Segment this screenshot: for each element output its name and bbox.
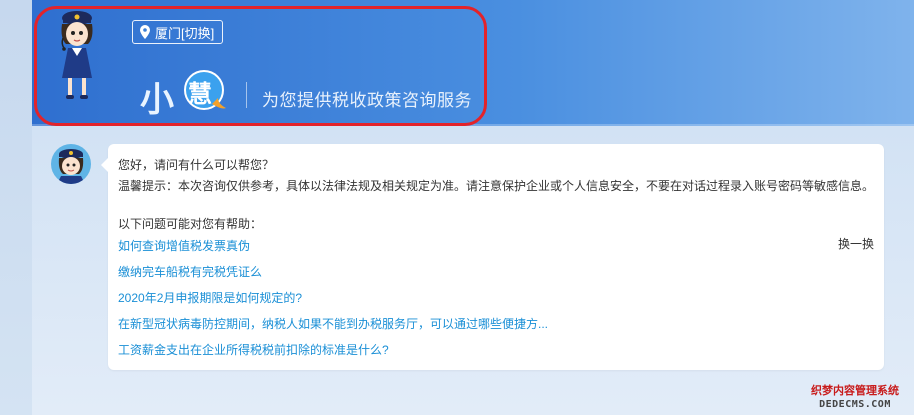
chat-message-card: 您好，请问有什么可以帮您？ 温馨提示：本次咨询仅供参考，具体以法律法规及相关规定… bbox=[101, 144, 884, 370]
question-link[interactable]: 缴纳完车船税有完税凭证么 bbox=[118, 263, 262, 280]
suggest-title: 以下问题可能对您有帮助： bbox=[118, 217, 263, 231]
question-link[interactable]: 在新型冠状病毒防控期间，纳税人如果不能到办税服务厅，可以通过哪些便捷方... bbox=[118, 315, 548, 332]
left-sidebar-strip bbox=[0, 0, 32, 415]
greeting-text: 您好，请问有什么可以帮您？ bbox=[118, 158, 275, 172]
mascot-avatar-icon bbox=[57, 149, 85, 184]
question-link[interactable]: 如何查询增值税发票真伪 bbox=[118, 237, 250, 254]
assistant-avatar bbox=[51, 144, 91, 184]
question-link[interactable]: 工资薪金支出在企业所得税税前扣除的标准是什么? bbox=[118, 341, 389, 358]
highlight-frame bbox=[34, 6, 487, 126]
watermark-line1: 织梦内容管理系统 bbox=[811, 384, 899, 397]
tip-text: 温馨提示：本次咨询仅供参考，具体以法律法规及相关规定为准。请注意保护企业或个人信… bbox=[118, 179, 875, 193]
watermark-logo: 织梦内容管理系统 DEDECMS.COM bbox=[798, 383, 912, 413]
watermark-line2: DEDECMS.COM bbox=[819, 399, 891, 410]
refresh-button[interactable]: 换一换 bbox=[838, 235, 874, 252]
question-link[interactable]: 2020年2月申报期限是如何规定的? bbox=[118, 289, 302, 306]
